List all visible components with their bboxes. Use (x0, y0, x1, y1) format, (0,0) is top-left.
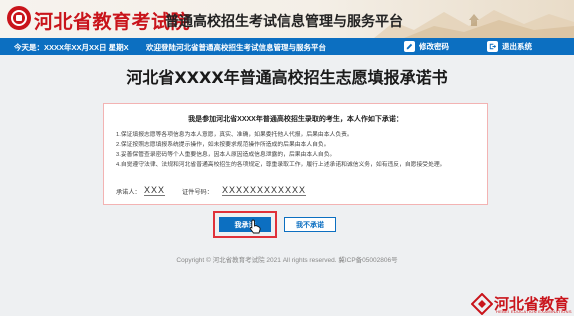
pledge-box: 我是参加河北省XXXX年普通高校招生录取的考生，本人作如下承诺： 1.保证填报志… (103, 103, 488, 205)
exit-icon (487, 41, 498, 52)
pledge-list: 1.保证填报志愿等各项信息为本人意愿，真实、准确，如果委托他人代报，后果由本人负… (116, 130, 474, 170)
page-header: 河北省教育考试院 普通高校招生考试信息管理与服务平台 (0, 0, 574, 38)
id-number-value: XXXXXXXXXXXX (222, 185, 307, 196)
watermark-emblem-icon (471, 293, 493, 315)
welcome-text: 欢迎登陆河北省普通高校招生考试信息管理与服务平台 (146, 43, 326, 52)
agree-button-highlight: 我承诺 (213, 211, 277, 238)
site-title: 普通高校招生考试信息管理与服务平台 (165, 14, 403, 30)
pledge-item: 3.妥善保管查录密码等个人重要信息，因本人原因造成信息泄露的，后果由本人自负。 (116, 152, 336, 158)
logo-icon (7, 6, 31, 30)
page-title: 河北省XXXX年普通高校招生志愿填报承诺书 (126, 68, 448, 87)
exit-system-button[interactable]: 退出系统 (487, 40, 532, 53)
exit-system-label: 退出系统 (502, 42, 532, 51)
pledge-heading: 我是参加河北省XXXX年普通高校招生录取的考生，本人作如下承诺： (188, 116, 403, 123)
copyright-text: Copyright © 河北省教育考试院 2021 All rights res… (176, 257, 398, 264)
mouse-cursor-icon (249, 219, 261, 234)
edit-password-button[interactable]: 修改密码 (404, 40, 449, 53)
signer-label: 承诺人： (116, 189, 141, 196)
edit-icon (404, 41, 415, 52)
watermark-subtext: HEBEI EDUCATION EXAMINATIONS (496, 309, 572, 314)
pledge-item: 2.保证按照志愿填报系统提示操作，如未按要求规范操作所造成的后果由本人自负。 (116, 142, 330, 148)
agree-button[interactable]: 我承诺 (219, 217, 271, 232)
id-number-label: 证件号码： (182, 189, 213, 196)
signature-row: 承诺人： XXX 证件号码： XXXXXXXXXXXX (116, 185, 476, 199)
pledge-item: 4.自觉遵守法律、法规和河北省普通高校招生的各项规定，尊重录取工作，履行上述承诺… (116, 162, 446, 168)
landscape-decoration (374, 10, 574, 38)
top-navbar: 今天是：XXXX年XX月XX日 星期X 欢迎登陆河北省普通高校招生考试信息管理与… (0, 38, 574, 55)
disagree-button[interactable]: 我不承诺 (284, 217, 336, 232)
watermark-logo: 河北省教育 HEBEI EDUCATION EXAMINATIONS (470, 291, 574, 316)
current-date: 今天是：XXXX年XX月XX日 星期X (14, 43, 129, 52)
edit-password-label: 修改密码 (419, 42, 449, 51)
pledge-item: 1.保证填报志愿等各项信息为本人意愿，真实、准确，如果委托他人代报，后果由本人负… (116, 132, 353, 138)
signer-value: XXX (144, 185, 166, 196)
